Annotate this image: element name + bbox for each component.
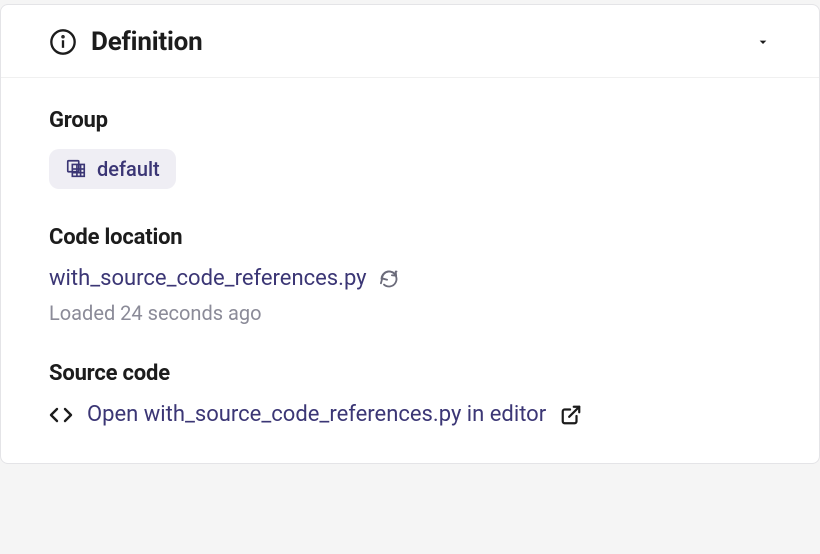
source-code-row: Open with_source_code_references.py in e… xyxy=(49,402,771,427)
open-in-editor-link[interactable]: Open with_source_code_references.py in e… xyxy=(87,402,546,427)
external-link-icon xyxy=(560,404,582,426)
code-location-label: Code location xyxy=(49,225,771,250)
definition-panel: Definition Group default Code locatio xyxy=(0,4,820,464)
group-label: Group xyxy=(49,108,771,133)
caret-down-icon xyxy=(755,34,771,50)
group-chip-text: default xyxy=(97,157,160,181)
header-left: Definition xyxy=(49,27,203,57)
loaded-timestamp: Loaded 24 seconds ago xyxy=(49,301,771,325)
code-icon xyxy=(49,403,73,427)
panel-title: Definition xyxy=(91,27,203,57)
info-icon xyxy=(49,28,77,56)
source-code-label: Source code xyxy=(49,361,771,386)
code-location-section: Code location with_source_code_reference… xyxy=(49,225,771,325)
panel-header[interactable]: Definition xyxy=(1,5,819,78)
code-location-row: with_source_code_references.py xyxy=(49,266,771,291)
group-chip[interactable]: default xyxy=(49,149,176,189)
panel-body: Group default Code location with_source_… xyxy=(1,78,819,463)
code-location-link[interactable]: with_source_code_references.py xyxy=(49,266,367,291)
group-section: Group default xyxy=(49,108,771,189)
refresh-icon[interactable] xyxy=(379,269,399,289)
source-code-section: Source code Open with_source_code_refere… xyxy=(49,361,771,427)
group-icon xyxy=(65,158,87,180)
